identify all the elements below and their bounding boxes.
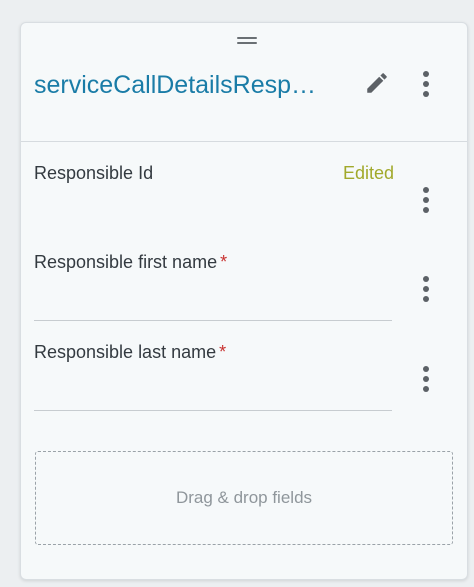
field-underline bbox=[34, 320, 392, 321]
field-responsible-id[interactable]: Responsible Id Edited bbox=[34, 161, 394, 185]
card-title: serviceCallDetailsResp… bbox=[34, 71, 317, 99]
field-label: Responsible first name * bbox=[34, 252, 228, 272]
required-marker: * bbox=[219, 342, 227, 362]
drag-drop-zone[interactable]: Drag & drop fields bbox=[35, 451, 453, 545]
field-underline bbox=[34, 410, 392, 411]
field-label: Responsible Id bbox=[34, 163, 154, 183]
more-vertical-icon bbox=[423, 71, 429, 97]
field-more-button-responsible-id[interactable] bbox=[411, 183, 441, 217]
pencil-icon bbox=[367, 73, 387, 93]
field-responsible-last-name[interactable]: Responsible last name * bbox=[34, 340, 392, 411]
form-section-card: serviceCallDetailsResp… Responsible Id E… bbox=[20, 22, 468, 580]
card-more-button[interactable] bbox=[411, 67, 441, 101]
more-vertical-icon bbox=[423, 276, 429, 302]
edit-button[interactable] bbox=[361, 67, 393, 99]
field-more-button-last-name[interactable] bbox=[411, 362, 441, 396]
drag-handle-icon[interactable] bbox=[237, 37, 257, 45]
edited-status-label: Edited bbox=[342, 163, 394, 183]
card-header: serviceCallDetailsResp… bbox=[21, 23, 467, 142]
more-vertical-icon bbox=[423, 187, 429, 213]
field-more-button-first-name[interactable] bbox=[411, 272, 441, 306]
field-responsible-first-name[interactable]: Responsible first name * bbox=[34, 250, 392, 321]
field-label: Responsible last name * bbox=[34, 342, 227, 362]
required-marker: * bbox=[220, 252, 228, 272]
more-vertical-icon bbox=[423, 366, 429, 392]
